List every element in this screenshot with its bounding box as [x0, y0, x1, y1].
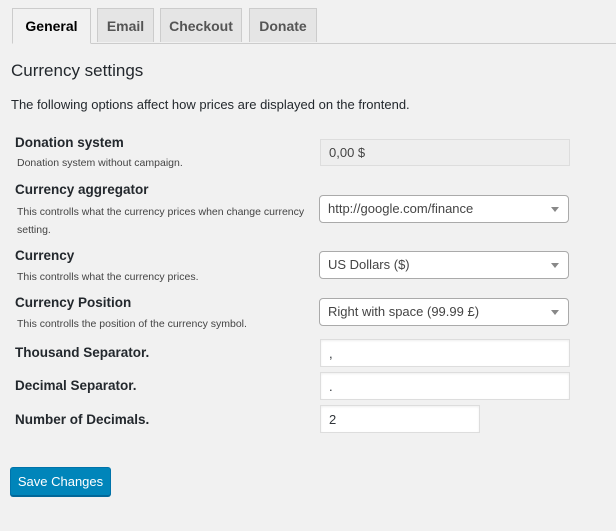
currency-description: This controlls what the currency prices.: [17, 271, 199, 283]
thousand-separator-label: Thousand Separator.: [15, 345, 150, 360]
chevron-down-icon: [551, 263, 559, 268]
chevron-down-icon: [551, 207, 559, 212]
tab-general[interactable]: General: [12, 8, 91, 44]
currency-aggregator-description: This controlls what the currency prices …: [17, 206, 305, 236]
thousand-separator-input[interactable]: [320, 339, 570, 367]
section-intro: The following options affect how prices …: [11, 97, 410, 112]
tab-checkout[interactable]: Checkout: [160, 8, 242, 42]
currency-position-select[interactable]: Right with space (99.99 £): [319, 298, 569, 326]
currency-position-value: Right with space (99.99 £): [328, 304, 480, 319]
decimal-separator-label: Decimal Separator.: [15, 378, 137, 393]
currency-label: Currency: [15, 248, 75, 263]
currency-select[interactable]: US Dollars ($): [319, 251, 569, 279]
currency-position-description: This controlls the position of the curre…: [17, 318, 247, 330]
number-of-decimals-input[interactable]: [320, 405, 480, 433]
currency-aggregator-select[interactable]: http://google.com/finance: [319, 195, 569, 223]
settings-tabs: General Email Checkout Donate: [12, 8, 616, 44]
section-title: Currency settings: [11, 61, 144, 80]
number-of-decimals-label: Number of Decimals.: [15, 412, 150, 427]
donation-system-description: Donation system without campaign.: [17, 157, 183, 169]
tab-email[interactable]: Email: [97, 8, 154, 42]
chevron-down-icon: [551, 310, 559, 315]
donation-system-field: 0,00 $: [320, 139, 570, 166]
decimal-separator-input[interactable]: [320, 372, 570, 400]
currency-value: US Dollars ($): [328, 257, 410, 272]
currency-position-label: Currency Position: [15, 295, 132, 310]
save-changes-button[interactable]: Save Changes: [10, 467, 111, 496]
tab-donate[interactable]: Donate: [249, 8, 317, 42]
currency-aggregator-label: Currency aggregator: [15, 182, 149, 197]
currency-aggregator-value: http://google.com/finance: [328, 201, 474, 216]
donation-system-label: Donation system: [15, 135, 124, 150]
